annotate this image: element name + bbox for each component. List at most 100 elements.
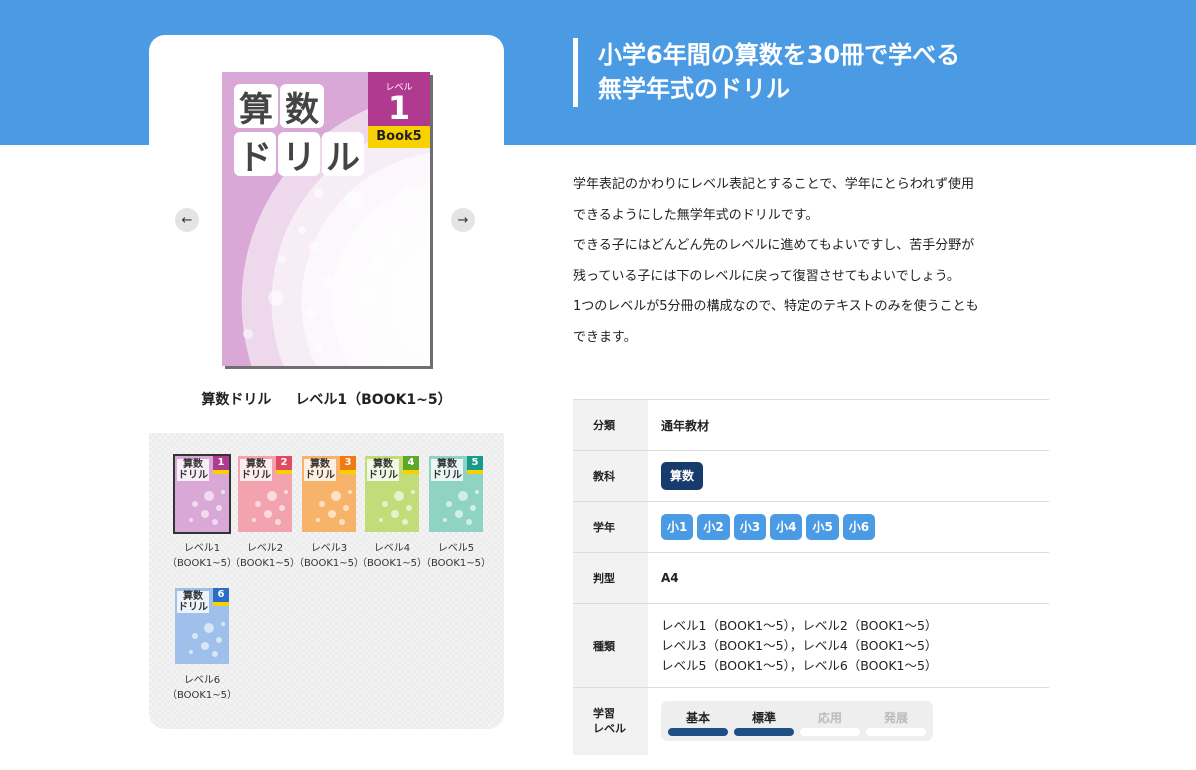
thumbnail-title: 算数 ドリル [240, 459, 272, 481]
thumbnail-level-3[interactable]: 算数 ドリル 3 レベル3 （BOOK1~5） [294, 456, 364, 571]
description-line: 1つのレベルが5分冊の構成なので、特定のテキストのみを使うことも [573, 299, 979, 314]
thumbnail-level-4[interactable]: 算数 ドリル 4 レベル4 （BOOK1~5） [357, 456, 427, 571]
page-headline: 小学6年間の算数を30冊で学べる 無学年式のドリル [573, 38, 960, 107]
thumbnail-cover: 算数 ドリル 1 [173, 454, 231, 534]
level-label: 基本 [685, 711, 710, 726]
spec-key: 種類 [573, 603, 648, 688]
level-label: 発展 [883, 711, 908, 726]
spec-key-line: レベル [593, 722, 626, 736]
cover-book-label: Book5 [368, 126, 430, 148]
spec-key: 学習 レベル [573, 687, 648, 755]
thumbnail-label: レベル5 （BOOK1~5） [418, 541, 494, 571]
product-card: 算 数 ド リ ル レベル 1 Book5 ← → 算数ドリルレベル1（BOOK… [149, 35, 504, 729]
thumbnail-title: 算数 ドリル [177, 459, 209, 481]
grade-badge: 小3 [733, 514, 767, 540]
grade-badge: 小6 [842, 514, 876, 540]
spec-key: 教科 [573, 450, 648, 502]
thumbnail-cover: 算数 ドリル 6 [175, 588, 229, 664]
level-label: 標準 [751, 711, 776, 726]
level-bar [668, 728, 728, 737]
level-item: 応用 [800, 709, 860, 737]
grade-badge: 小1 [661, 514, 694, 540]
description-line: できます。 [573, 329, 637, 345]
level-item: 発展 [866, 709, 926, 737]
thumbnail-cover: 算数 ドリル 4 [365, 456, 419, 532]
spec-row-learning-level: 学習 レベル 基本 標準 応用 発展 [573, 687, 1049, 755]
spec-table: 分類 通年教材 教科 算数 学年 小1 小2 小3 小4 小5 小6 判型 A4 種類 レ… [573, 399, 1049, 755]
spec-row-grade: 学年 小1 小2 小3 小4 小5 小6 [573, 501, 1049, 553]
thumbnail-number: 5 [467, 456, 483, 470]
description-line: 残っている子には下のレベルに戻って復習させてもよいでしょう。 [573, 268, 960, 284]
thumbnail-label-books: （BOOK1~5） [420, 558, 492, 569]
thumbnail-title: 算数 ドリル [367, 459, 399, 481]
grade-badge: 小2 [697, 514, 730, 540]
spec-key: 判型 [573, 552, 648, 604]
prev-arrow-button[interactable]: ← [175, 208, 199, 232]
thumbnail-title: 算数 ドリル [177, 591, 209, 613]
cover-title-char: 数 [280, 84, 324, 130]
thumbnail-cover: 算数 ドリル 2 [238, 456, 292, 532]
thumbnail-level-6[interactable]: 算数 ドリル 6 レベル6 （BOOK1~5） [167, 588, 237, 703]
thumbnail-number: 6 [213, 588, 229, 602]
cover-caption-title: 算数ドリル [201, 392, 272, 408]
thumbnail-list: 算数 ドリル 1 レベル1 （BOOK1~5） 算数 ドリル 2 レベル2 （BOO… [149, 433, 504, 729]
types-line: レベル5（BOOK1～5），レベル6（BOOK1～5） [661, 657, 938, 673]
level-item: 標準 [734, 709, 794, 737]
spec-row-types: 種類 レベル1（BOOK1～5），レベル2（BOOK1～5） レベル3（BOOK… [573, 603, 1049, 688]
description-line: 学年表記のかわりにレベル表記とすることで、学年にとらわれず使用 [573, 177, 975, 192]
types-line: レベル1（BOOK1～5），レベル2（BOOK1～5） [661, 617, 938, 633]
description-line: できるようにした無学年式のドリルです。 [573, 207, 819, 223]
headline-line-1: 小学6年間の算数を30冊で学べる [598, 41, 961, 69]
thumbnail-cover: 算数 ドリル 3 [302, 456, 356, 532]
level-bar [734, 728, 794, 737]
types-line: レベル3（BOOK1～5），レベル4（BOOK1～5） [661, 637, 938, 653]
grade-badge: 小5 [806, 514, 839, 540]
cover-title-char: ド [234, 132, 276, 178]
thumbnail-number: 3 [340, 456, 356, 470]
spec-key-line: 学習 [593, 707, 615, 721]
arrow-left-icon: ← [181, 212, 193, 228]
level-bar [866, 728, 926, 737]
product-description: 学年表記のかわりにレベル表記とすることで、学年にとらわれず使用 できるようにした… [573, 170, 1053, 353]
spec-row-subject: 教科 算数 [573, 450, 1049, 502]
spec-value: 通年教材 [648, 399, 1049, 451]
cover-title: 算 数 ド リ ル [234, 84, 364, 180]
cover-title-char: ル [322, 132, 364, 178]
cover-caption-level: レベル1（BOOK1~5） [295, 392, 452, 408]
cover-title-char: 算 [234, 84, 278, 130]
spec-key: 学年 [573, 501, 648, 553]
thumbnail-level-5[interactable]: 算数 ドリル 5 レベル5 （BOOK1~5） [421, 456, 491, 571]
thumbnail-number: 1 [213, 456, 229, 470]
arrow-right-icon: → [457, 212, 469, 228]
headline-line-2: 無学年式のドリル [598, 75, 790, 103]
spec-row-category: 分類 通年教材 [573, 399, 1049, 451]
main-cover: 算 数 ド リ ル レベル 1 Book5 [222, 72, 432, 368]
cover-caption: 算数ドリル レベル1（BOOK1~5） [149, 389, 504, 409]
thumbnail-number: 4 [403, 456, 419, 470]
cover-level-number: 1 [387, 89, 411, 127]
thumbnail-label-books: （BOOK1~5） [166, 690, 238, 701]
thumbnail-label: レベル6 （BOOK1~5） [164, 673, 240, 703]
thumbnail-label-level: レベル6 [183, 675, 221, 686]
subject-badge: 算数 [661, 462, 704, 490]
level-bar [800, 728, 860, 737]
next-arrow-button[interactable]: → [451, 208, 475, 232]
grade-badge: 小4 [770, 514, 803, 540]
level-item: 基本 [668, 709, 728, 737]
learning-level-meter: 基本 標準 応用 発展 [661, 701, 933, 742]
thumbnail-cover: 算数 ドリル 5 [429, 456, 483, 532]
spec-row-size: 判型 A4 [573, 552, 1049, 604]
level-label: 応用 [817, 711, 842, 726]
description-line: できる子にはどんどん先のレベルに進めてもよいですし、苦手分野が [573, 238, 975, 253]
cover-image: 算 数 ド リ ル レベル 1 Book5 [222, 72, 430, 366]
spec-value: A4 [648, 552, 1049, 604]
thumbnail-level-1[interactable]: 算数 ドリル 1 レベル1 （BOOK1~5） [167, 454, 237, 571]
spec-key: 分類 [573, 399, 648, 451]
thumbnail-title: 算数 ドリル [431, 459, 463, 481]
thumbnail-title: 算数 ドリル [304, 459, 336, 481]
thumbnail-label-level: レベル5 [437, 543, 475, 554]
cover-level-badge: レベル 1 Book5 [368, 72, 430, 148]
thumbnail-level-2[interactable]: 算数 ドリル 2 レベル2 （BOOK1~5） [230, 456, 300, 571]
cover-title-char: リ [278, 132, 320, 178]
thumbnail-number: 2 [276, 456, 292, 470]
